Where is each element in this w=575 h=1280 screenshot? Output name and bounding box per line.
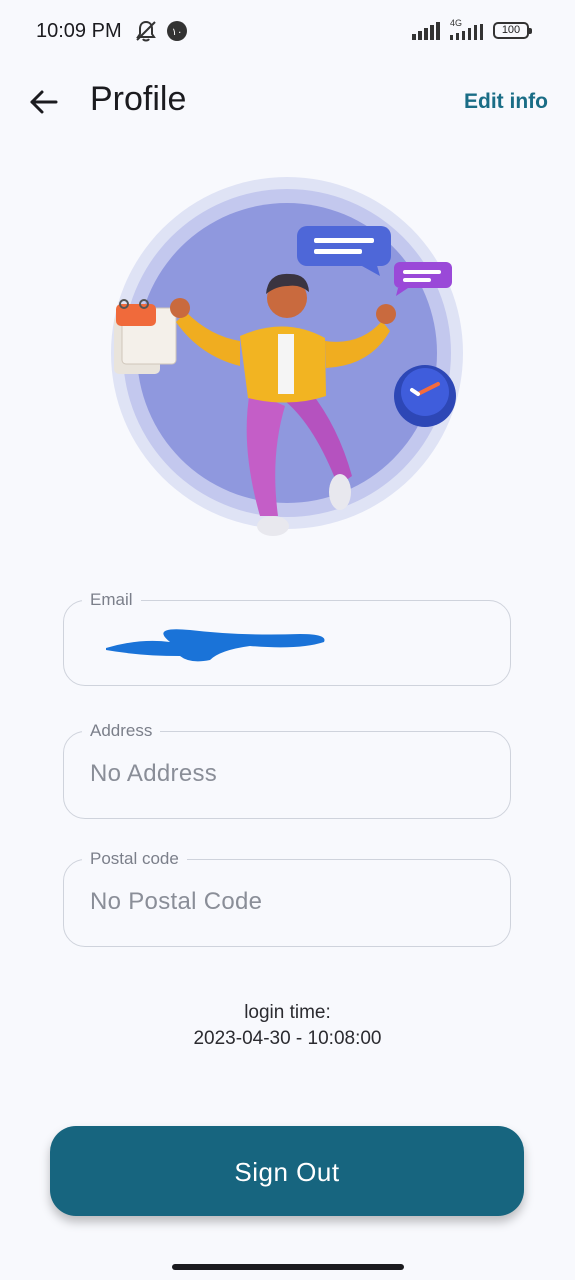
postal-code-field[interactable]: Postal code No Postal Code <box>63 849 511 947</box>
login-time-value: 2023-04-30 - 10:08:00 <box>193 1028 382 1049</box>
battery-icon: 100 <box>493 22 532 39</box>
signal-icon <box>412 22 440 45</box>
signal-4g-icon <box>450 24 486 45</box>
app-bar: Profile Edit info <box>0 64 575 144</box>
sign-out-button[interactable]: Sign Out <box>50 1126 524 1216</box>
address-label: Address <box>82 721 161 741</box>
mute-icon <box>133 18 159 49</box>
login-time-label: login time: <box>244 1002 331 1023</box>
postal-code-value: No Postal Code <box>90 888 263 915</box>
redaction-scribble <box>106 629 325 662</box>
address-value: No Address <box>90 760 218 787</box>
notification-badge-icon: ١٠ <box>166 20 188 47</box>
home-indicator[interactable] <box>172 1264 404 1270</box>
postal-code-label: Postal code <box>82 849 187 869</box>
page-title: Profile <box>90 80 187 118</box>
arrow-left-icon <box>30 90 58 114</box>
notification-count: ١٠ <box>172 27 183 38</box>
battery-level: 100 <box>501 24 521 36</box>
email-label: Email <box>82 590 141 610</box>
edit-info-button[interactable]: Edit info <box>464 90 548 114</box>
back-button[interactable] <box>26 82 66 122</box>
calendar-icon <box>114 299 177 374</box>
address-field[interactable]: Address No Address <box>63 721 511 819</box>
clock-icon <box>394 365 456 427</box>
status-bar: 10:09 PM ١٠ 4G 100 <box>0 0 575 64</box>
profile-illustration <box>100 176 480 556</box>
status-time: 10:09 PM <box>36 20 122 42</box>
